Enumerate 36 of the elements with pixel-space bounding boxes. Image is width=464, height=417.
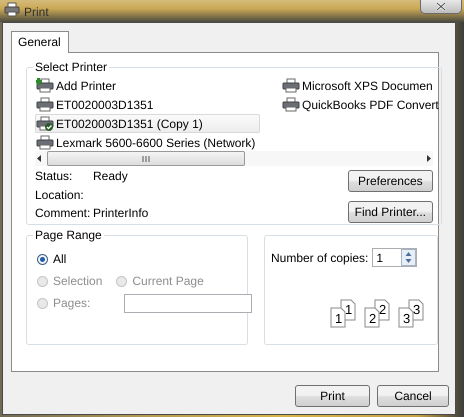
dialog-button[interactable]: Print — [295, 385, 370, 407]
info-label: Location: — [35, 188, 85, 204]
scroll-right-icon[interactable] — [425, 154, 433, 163]
scroll-left-icon[interactable] — [35, 154, 43, 163]
info-label: Status: — [35, 170, 74, 185]
scroll-thumb[interactable] — [47, 151, 245, 166]
info-value: PrinterInfo — [93, 207, 148, 222]
printer-item[interactable]: ET0020003D1351 — [35, 95, 156, 114]
dialog-button[interactable]: Find Printer... — [348, 201, 433, 223]
printer-item[interactable]: Microsoft XPS Documen — [281, 76, 436, 95]
printer-item[interactable]: Add Printer — [35, 76, 120, 95]
copies-label: Number of copies: — [271, 250, 368, 264]
info-value: Ready — [93, 170, 129, 185]
add-printer-icon — [36, 78, 54, 93]
printer-item[interactable]: QuickBooks PDF Convert — [281, 95, 442, 114]
tab[interactable]: General — [11, 31, 69, 53]
printer-item[interactable]: Lexmark 5600-6600 Series (Network) — [35, 133, 258, 152]
printer-icon — [36, 135, 54, 150]
printer-icon — [282, 97, 300, 112]
printer-icon — [282, 78, 300, 93]
printer-icon — [36, 97, 54, 112]
spin-arrows-icon[interactable] — [401, 249, 416, 266]
radio-option[interactable]: All — [37, 252, 66, 266]
close-icon — [435, 2, 447, 11]
group-title: Page Range — [33, 228, 104, 242]
horizontal-scrollbar[interactable] — [35, 151, 433, 166]
printer-icon — [4, 2, 20, 17]
printer-icon — [36, 116, 54, 131]
group-title: Select Printer — [33, 60, 110, 74]
dialog-button[interactable]: Cancel — [377, 385, 449, 407]
printer-item[interactable]: ET0020003D1351 (Copy 1) — [35, 114, 260, 133]
window-title: Print — [24, 5, 49, 19]
info-label: Comment: — [35, 207, 92, 222]
dialog-button[interactable]: Preferences — [348, 170, 433, 192]
copies-spinner[interactable]: 1 — [372, 248, 418, 267]
close-button[interactable] — [420, 0, 462, 14]
